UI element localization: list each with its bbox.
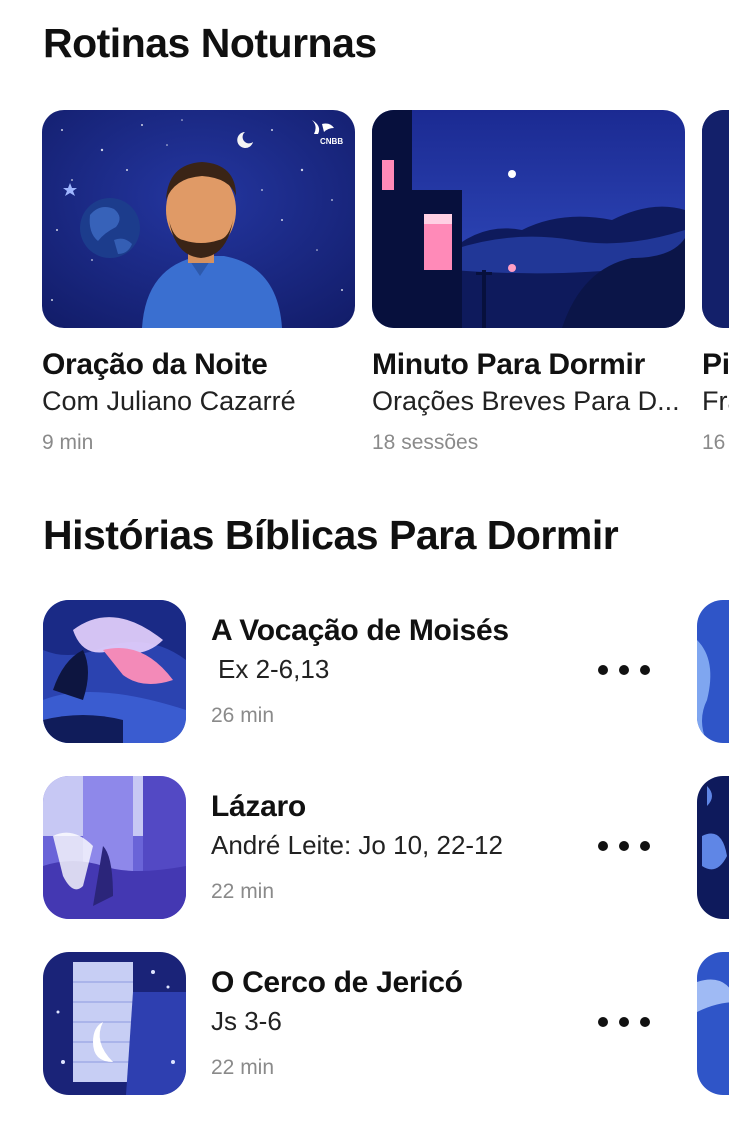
- story-title: O Cerco de Jericó: [211, 966, 463, 999]
- card-image: [702, 110, 729, 328]
- card-meta: 16: [702, 431, 726, 454]
- more-horizontal-icon[interactable]: [596, 834, 652, 858]
- story-reference: Ex 2-6,13: [218, 654, 330, 684]
- card-oracao-da-noite[interactable]: CNBB Oração da Noite Com Juliano Cazarré…: [42, 110, 355, 455]
- card-subtitle: Com Juliano Cazarré: [42, 386, 296, 416]
- story-title: A Vocação de Moisés: [211, 614, 509, 647]
- card-subtitle: Fra: [702, 386, 729, 416]
- card-session-count: 18 sessões: [372, 431, 479, 454]
- more-horizontal-icon[interactable]: [596, 658, 652, 682]
- section-title-historias-biblicas: Histórias Bíblicas Para Dormir: [43, 512, 619, 558]
- list-item-vocacao-de-moises[interactable]: A Vocação de Moisés Ex 2-6,13 26 min: [0, 600, 729, 745]
- night-routines-carousel[interactable]: CNBB Oração da Noite Com Juliano Cazarré…: [0, 110, 729, 470]
- card-image: [372, 110, 685, 328]
- card-partial[interactable]: Pi Fra 16: [702, 110, 729, 455]
- list-item-cerco-de-jerico[interactable]: O Cerco de Jericó Js 3-6 22 min: [0, 952, 729, 1097]
- card-title: Pi: [702, 348, 729, 381]
- story-thumbnail: [43, 600, 186, 743]
- card-minuto-para-dormir[interactable]: Minuto Para Dormir Orações Breves Para D…: [372, 110, 685, 455]
- next-item-peek: [697, 952, 729, 1095]
- story-duration: 22 min: [211, 880, 275, 903]
- list-item-lazaro[interactable]: Lázaro André Leite: Jo 10, 22-12 22 min: [0, 776, 729, 921]
- card-title: Minuto Para Dormir: [372, 348, 645, 381]
- next-item-peek: [697, 776, 729, 919]
- section-title-rotinas-noturnas: Rotinas Noturnas: [43, 20, 377, 66]
- card-subtitle: Orações Breves Para D...: [372, 386, 680, 416]
- cnbb-logo-text: CNBB: [320, 137, 343, 146]
- story-thumbnail: [43, 776, 186, 919]
- card-image: CNBB: [42, 110, 355, 328]
- card-title: Oração da Noite: [42, 348, 268, 381]
- story-reference: Js 3-6: [211, 1006, 282, 1036]
- story-title: Lázaro: [211, 790, 306, 823]
- next-item-peek: [697, 600, 729, 743]
- story-duration: 26 min: [211, 704, 275, 727]
- story-thumbnail: [43, 952, 186, 1095]
- more-horizontal-icon[interactable]: [596, 1010, 652, 1034]
- story-reference: André Leite: Jo 10, 22-12: [211, 830, 503, 860]
- card-duration: 9 min: [42, 431, 94, 454]
- story-duration: 22 min: [211, 1056, 275, 1079]
